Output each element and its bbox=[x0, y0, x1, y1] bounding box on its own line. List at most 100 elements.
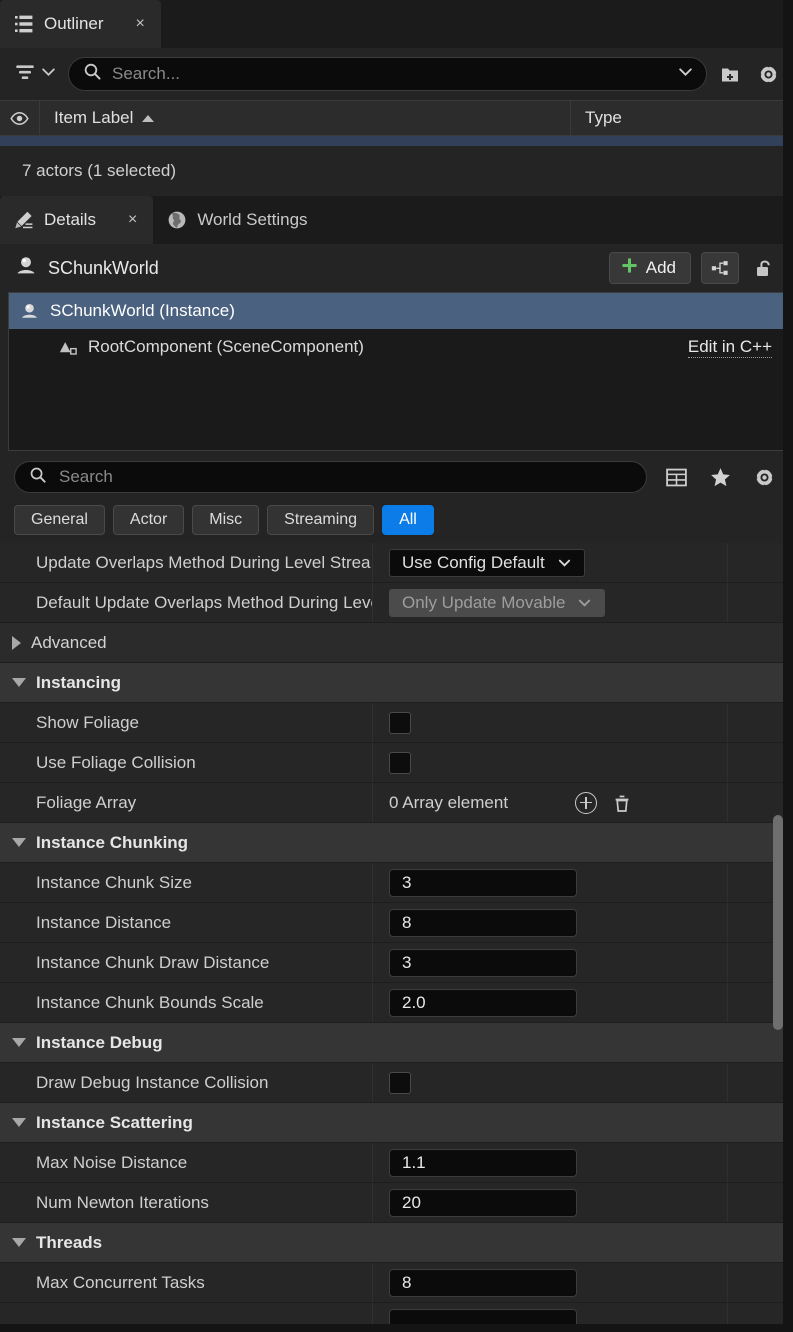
property-row-use-foliage-collision: Use Foliage Collision bbox=[0, 743, 793, 783]
details-search-input[interactable]: Search bbox=[59, 467, 113, 487]
property-value-cell: 0 Array element bbox=[373, 783, 728, 822]
tab-world-settings[interactable]: World Settings bbox=[153, 196, 324, 244]
dropdown-update-overlaps-method-during-level-stre[interactable]: Use Config Default bbox=[389, 548, 585, 577]
outliner-filter-button[interactable] bbox=[10, 57, 60, 92]
property-grid-scrollbar-thumb[interactable] bbox=[773, 815, 783, 1030]
chevron-down-icon bbox=[12, 1118, 26, 1127]
outliner-row-clipped[interactable] bbox=[0, 136, 793, 146]
gear-icon[interactable] bbox=[749, 462, 779, 492]
filter-tab-label: General bbox=[31, 511, 88, 528]
tab-outliner-label: Outliner bbox=[44, 14, 104, 33]
outliner-search-box[interactable]: Search... bbox=[68, 57, 707, 91]
number-input-instance-chunk-draw-distance[interactable]: 3 bbox=[389, 948, 577, 977]
component-name: SChunkWorld (Instance) bbox=[50, 301, 235, 320]
tab-details-label: Details bbox=[44, 210, 96, 229]
property-row-instance-chunk-draw-distance: Instance Chunk Draw Distance 3 bbox=[0, 943, 793, 983]
category-instance-chunking[interactable]: Instance Chunking bbox=[0, 823, 793, 863]
outliner-column-header: Item Label Type bbox=[0, 100, 793, 136]
category-label: Instance Chunking bbox=[36, 832, 189, 852]
property-label: Foliage Array bbox=[0, 783, 373, 822]
number-input-value: 1.1 bbox=[402, 1152, 426, 1172]
plus-icon bbox=[620, 256, 639, 280]
details-panel: Details × World Settings SChunkWorld Add… bbox=[0, 196, 793, 1332]
component-name: RootComponent (SceneComponent) bbox=[88, 337, 364, 356]
checkbox-draw-debug-instance-collision[interactable] bbox=[389, 1071, 411, 1094]
unreal-editor-panels: Outliner × Search... Item Label Type 7 a… bbox=[0, 0, 793, 1332]
circle-plus-icon[interactable] bbox=[575, 791, 597, 814]
filter-tab-general[interactable]: General bbox=[14, 505, 105, 535]
number-input-num-newton-iterations[interactable]: 20 bbox=[389, 1188, 577, 1217]
property-row-foliage-array: Foliage Array 0 Array element bbox=[0, 783, 793, 823]
edit-in-cpp-link[interactable]: Edit in C++ bbox=[687, 337, 772, 358]
chevron-down-icon[interactable] bbox=[677, 63, 694, 85]
actor-icon bbox=[14, 254, 38, 283]
eye-icon[interactable] bbox=[0, 101, 40, 135]
category-instancing[interactable]: Instancing bbox=[0, 663, 793, 703]
column-type[interactable]: Type bbox=[571, 101, 793, 135]
property-value-cell: 2.0 bbox=[373, 983, 728, 1022]
component-graph-icon[interactable] bbox=[701, 252, 739, 284]
tab-details[interactable]: Details × bbox=[0, 196, 154, 244]
category-advanced[interactable]: Advanced bbox=[0, 623, 793, 663]
unlock-icon[interactable] bbox=[749, 252, 779, 284]
close-icon[interactable]: × bbox=[128, 212, 137, 228]
tab-outliner[interactable]: Outliner × bbox=[0, 0, 161, 48]
outliner-search-input[interactable]: Search... bbox=[112, 64, 667, 84]
property-row-default-update-overlaps-method-during-le: Default Update Overlaps Method During Le… bbox=[0, 583, 793, 623]
property-label: Max Concurrent Tasks bbox=[0, 1263, 373, 1302]
property-label: Show Foliage bbox=[0, 703, 373, 742]
filter-icon bbox=[14, 61, 36, 88]
window-scrollbar-horizontal[interactable] bbox=[0, 1324, 793, 1332]
filter-tab-all[interactable]: All bbox=[382, 505, 434, 535]
outliner-panel: Outliner × Search... Item Label Type 7 a… bbox=[0, 0, 793, 196]
number-input-max-concurrent-tasks[interactable]: 8 bbox=[389, 1268, 577, 1297]
checkbox-show-foliage[interactable] bbox=[389, 711, 411, 734]
property-value-cell bbox=[373, 1063, 728, 1102]
number-input-instance-distance[interactable]: 8 bbox=[389, 908, 577, 937]
details-search-box[interactable]: Search bbox=[14, 461, 647, 493]
number-input-instance-chunk-bounds-scale[interactable]: 2.0 bbox=[389, 988, 577, 1017]
chevron-down-icon bbox=[12, 1038, 26, 1047]
number-input-instance-chunk-size[interactable]: 3 bbox=[389, 868, 577, 897]
star-icon[interactable] bbox=[705, 462, 735, 492]
new-folder-icon[interactable] bbox=[715, 59, 745, 89]
filter-tab-label: All bbox=[399, 511, 417, 528]
add-component-label: Add bbox=[645, 258, 676, 277]
category-label: Instance Debug bbox=[36, 1032, 163, 1052]
filter-tab-misc[interactable]: Misc bbox=[192, 505, 260, 535]
component-row-instance[interactable]: SChunkWorld (Instance) bbox=[9, 293, 784, 329]
chevron-down-icon bbox=[557, 555, 572, 570]
property-value-cell: 3 bbox=[373, 943, 728, 982]
category-instance-scattering[interactable]: Instance Scattering bbox=[0, 1103, 793, 1143]
details-object-bar: SChunkWorld Add bbox=[0, 244, 793, 292]
actor-icon bbox=[19, 301, 40, 322]
world-icon bbox=[167, 210, 187, 230]
checkbox-use-foliage-collision[interactable] bbox=[389, 751, 411, 774]
add-component-button[interactable]: Add bbox=[608, 252, 691, 284]
category-instance-debug[interactable]: Instance Debug bbox=[0, 1023, 793, 1063]
filter-tab-actor[interactable]: Actor bbox=[112, 505, 185, 535]
category-label: Advanced bbox=[31, 632, 107, 652]
search-icon bbox=[83, 62, 102, 86]
chevron-down-icon bbox=[12, 678, 26, 687]
filter-tab-streaming[interactable]: Streaming bbox=[267, 505, 375, 535]
filter-tab-label: Actor bbox=[129, 511, 168, 528]
column-type-text: Type bbox=[585, 108, 622, 127]
column-item-label[interactable]: Item Label bbox=[40, 101, 571, 135]
property-label: Num Newton Iterations bbox=[0, 1183, 373, 1222]
chevron-down-icon bbox=[12, 1238, 26, 1247]
property-value-cell: 3 bbox=[373, 863, 728, 902]
details-object-name: SChunkWorld bbox=[48, 257, 159, 278]
close-icon[interactable]: × bbox=[136, 16, 145, 32]
window-scrollbar-vertical[interactable] bbox=[783, 0, 793, 1332]
number-input-max-noise-distance[interactable]: 1.1 bbox=[389, 1148, 577, 1177]
component-row-root[interactable]: RootComponent (SceneComponent) Edit in C… bbox=[9, 329, 784, 365]
gear-icon[interactable] bbox=[753, 59, 783, 89]
property-row-draw-debug-instance-collision: Draw Debug Instance Collision bbox=[0, 1063, 793, 1103]
property-value-cell: 1.1 bbox=[373, 1143, 728, 1182]
category-threads[interactable]: Threads bbox=[0, 1223, 793, 1263]
table-columns-icon[interactable] bbox=[661, 462, 691, 492]
outliner-status-bar: 7 actors (1 selected) bbox=[0, 146, 793, 196]
property-value-cell: 20 bbox=[373, 1183, 728, 1222]
trash-icon[interactable] bbox=[611, 792, 633, 814]
